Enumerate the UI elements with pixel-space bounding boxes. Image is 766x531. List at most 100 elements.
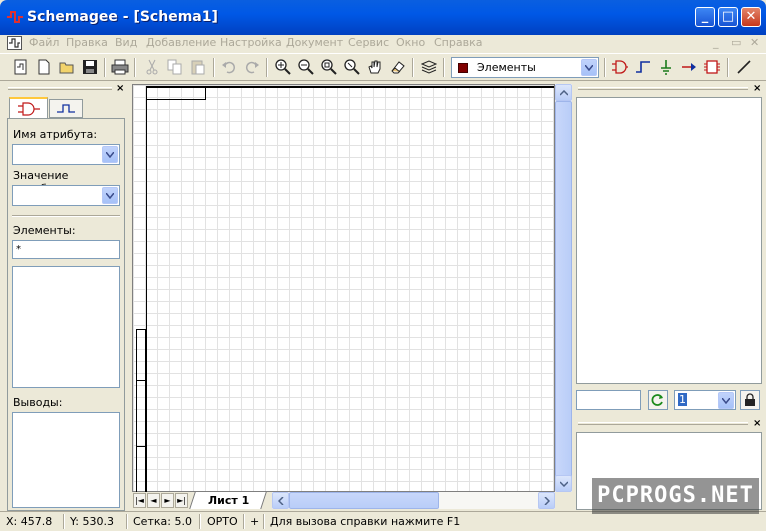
eraser-icon[interactable] — [388, 57, 408, 77]
chevron-down-icon[interactable] — [102, 146, 118, 163]
next-sheet-button[interactable]: ► — [161, 493, 174, 508]
scroll-right-button[interactable] — [538, 492, 555, 509]
horizontal-scroll-thumb[interactable] — [289, 492, 439, 509]
zoom-out-icon[interactable] — [296, 57, 316, 77]
print-icon[interactable] — [110, 57, 130, 77]
elements-filter-input[interactable]: * — [12, 240, 120, 259]
tab-components[interactable] — [9, 97, 48, 118]
layer-select-value: Элементы — [477, 61, 536, 74]
close-window-button[interactable]: ✕ — [741, 7, 761, 27]
status-x-coordinate: X: 457.8 — [6, 515, 53, 528]
paste-icon[interactable] — [188, 57, 208, 77]
schematic-canvas[interactable] — [132, 84, 555, 493]
horizontal-scrollbar[interactable] — [272, 492, 555, 509]
attribute-name-select[interactable] — [12, 144, 120, 165]
status-snap-mode[interactable]: + — [250, 515, 259, 528]
layer-color-swatch — [458, 63, 468, 73]
prev-sheet-button[interactable]: ◄ — [147, 493, 160, 508]
pins-list[interactable] — [12, 412, 120, 508]
sheet-number-value: 1 — [678, 393, 687, 406]
status-bar: X: 457.8 Y: 530.3 Сетка: 5.0 ОРТО + Для … — [0, 511, 766, 531]
menu-edit[interactable]: Правка — [66, 36, 108, 49]
component-gate-icon — [17, 101, 40, 116]
window-title: Schemagee - [Schema1] — [27, 9, 218, 25]
copy-icon[interactable] — [165, 57, 185, 77]
cut-icon[interactable] — [142, 57, 162, 77]
refresh-button[interactable] — [648, 390, 668, 410]
right-lower-panel-close-button[interactable]: × — [753, 418, 761, 429]
menu-settings[interactable]: Настройка — [220, 36, 282, 49]
zoom-fit-icon[interactable] — [319, 57, 339, 77]
signal-pulse-icon — [57, 103, 75, 113]
menu-file[interactable]: Файл — [29, 36, 59, 49]
sheet-navigation: |◄ ◄ ► ►| Лист 1 — [132, 492, 272, 509]
save-disk-icon[interactable] — [80, 57, 100, 77]
tab-signals[interactable] — [49, 99, 83, 118]
status-ortho-mode[interactable]: ОРТО — [207, 515, 238, 528]
last-sheet-button[interactable]: ►| — [175, 493, 188, 508]
preview-name-input[interactable] — [576, 390, 641, 410]
open-folder-icon[interactable] — [57, 57, 77, 77]
divider — [12, 215, 120, 217]
menu-document[interactable]: Документ — [286, 36, 343, 49]
status-grid-size: Сетка: 5.0 — [133, 515, 192, 528]
gate-icon[interactable] — [610, 57, 630, 77]
attributes-panel: × Имя атрибута: Значение атрибута: Элеме… — [5, 83, 127, 511]
side-stamp-block — [136, 329, 146, 493]
mdi-restore-button[interactable]: ▭ — [731, 36, 741, 49]
mdi-close-button[interactable]: ✕ — [750, 36, 759, 49]
redo-icon[interactable] — [242, 57, 262, 77]
line-tool-icon[interactable] — [734, 57, 754, 77]
elements-list[interactable] — [12, 266, 120, 388]
chevron-down-icon[interactable] — [102, 187, 118, 204]
scroll-down-button[interactable] — [555, 475, 572, 492]
undo-icon[interactable] — [219, 57, 239, 77]
layers-icon[interactable] — [419, 57, 439, 77]
attribute-value-select[interactable] — [12, 185, 120, 206]
menu-window[interactable]: Окно — [396, 36, 425, 49]
title-bar: Schemagee - [Schema1] _ □ ✕ — [0, 0, 766, 35]
status-help-hint: Для вызова справки нажмите F1 — [270, 515, 461, 528]
menu-bar: Файл Правка Вид Добавление Настройка Док… — [0, 35, 766, 52]
layer-select[interactable]: Элементы — [451, 57, 599, 78]
menu-service[interactable]: Сервис — [348, 36, 389, 49]
component-preview — [576, 97, 762, 384]
attribute-name-label: Имя атрибута: — [13, 128, 98, 141]
document-menu-icon[interactable] — [7, 36, 22, 50]
mdi-minimize-button[interactable]: _ — [713, 36, 719, 49]
vertical-scroll-thumb[interactable] — [555, 101, 572, 481]
schemagee-logo-icon — [7, 11, 23, 23]
menu-insert[interactable]: Добавление — [146, 36, 216, 49]
sheet-tab-label: Лист 1 — [208, 494, 250, 507]
lock-button[interactable] — [740, 390, 760, 410]
menu-help[interactable]: Справка — [434, 36, 482, 49]
toolbar: Элементы — [0, 53, 766, 81]
right-panel-close-button[interactable]: × — [753, 83, 761, 94]
status-y-coordinate: Y: 530.3 — [70, 515, 114, 528]
zoom-window-icon[interactable] — [342, 57, 362, 77]
title-block-corner — [146, 86, 206, 100]
pan-hand-icon[interactable] — [365, 57, 385, 77]
pins-label: Выводы: — [13, 396, 63, 409]
preview-panel: × 1 × — [572, 83, 766, 511]
menu-view[interactable]: Вид — [115, 36, 137, 49]
left-panel-close-button[interactable]: × — [116, 83, 124, 94]
pin-arrow-icon[interactable] — [679, 57, 699, 77]
maximize-button[interactable]: □ — [718, 7, 738, 27]
scroll-left-button[interactable] — [272, 492, 289, 509]
minimize-button[interactable]: _ — [695, 7, 715, 27]
scroll-up-button[interactable] — [555, 84, 572, 101]
refresh-icon — [651, 394, 663, 406]
ground-icon[interactable] — [656, 57, 676, 77]
first-sheet-button[interactable]: |◄ — [133, 493, 146, 508]
watermark: PCPROGS.NET — [592, 478, 759, 514]
chevron-down-icon[interactable] — [581, 59, 597, 76]
new-schema-icon[interactable] — [11, 57, 31, 77]
sheet-number-select[interactable]: 1 — [674, 390, 736, 410]
zoom-in-icon[interactable] — [273, 57, 293, 77]
chevron-down-icon[interactable] — [718, 392, 734, 409]
pulse-icon[interactable] — [633, 57, 653, 77]
vertical-scrollbar[interactable] — [555, 84, 572, 492]
new-document-icon[interactable] — [34, 57, 54, 77]
chip-icon[interactable] — [702, 57, 722, 77]
